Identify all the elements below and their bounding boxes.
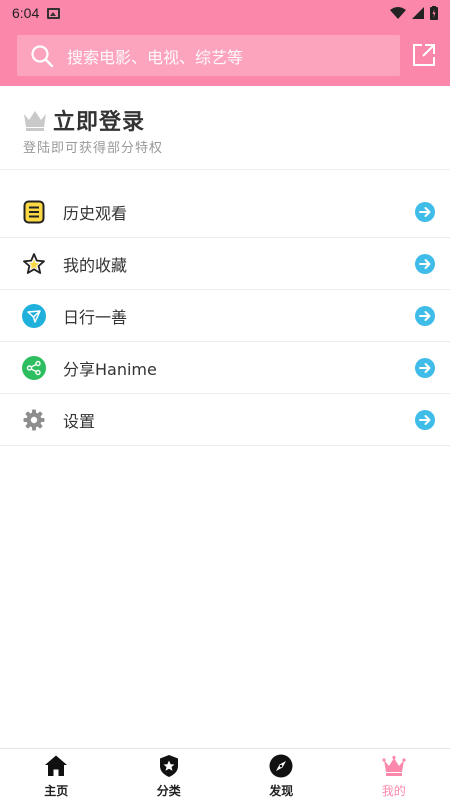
arrow-right-icon (415, 358, 435, 378)
menu-item-history[interactable]: 历史观看 (0, 186, 450, 238)
search-input[interactable]: 搜索电影、电视、综艺等 (17, 35, 400, 76)
wifi-icon (390, 7, 406, 19)
search-header: 搜索电影、电视、综艺等 (0, 26, 450, 86)
signal-icon (412, 7, 424, 19)
gear-icon (23, 409, 45, 431)
status-icons (390, 6, 438, 20)
menu-item-favorites[interactable]: 我的收藏 (0, 238, 450, 290)
menu-item-label: 历史观看 (63, 203, 128, 223)
arrow-right-icon (415, 410, 435, 430)
nav-label: 发现 (269, 784, 294, 798)
star-icon (23, 253, 45, 274)
external-link-icon[interactable] (411, 42, 437, 68)
menu-item-settings[interactable]: 设置 (0, 394, 450, 446)
nav-mine[interactable]: 我的 (338, 749, 450, 800)
nav-label: 我的 (381, 784, 406, 798)
search-icon (29, 43, 55, 69)
arrow-right-icon (415, 306, 435, 326)
nav-category[interactable]: 分类 (113, 749, 226, 800)
arrow-right-icon (415, 254, 435, 274)
menu-item-charity[interactable]: 日行一善 (0, 290, 450, 342)
crown-icon (382, 755, 406, 776)
category-shield-icon (159, 755, 178, 777)
paper-plane-icon (22, 304, 46, 328)
menu-item-label: 我的收藏 (63, 255, 128, 275)
nav-home[interactable]: 主页 (0, 749, 113, 800)
login-title[interactable]: 立即登录 (53, 104, 145, 136)
menu-item-label: 日行一善 (63, 307, 128, 327)
login-title-row: 立即登录 (22, 104, 145, 136)
menu-item-label: 设置 (63, 411, 96, 431)
search-placeholder: 搜索电影、电视、综艺等 (67, 47, 244, 67)
battery-icon (430, 6, 438, 20)
arrow-right-icon (415, 202, 435, 222)
history-icon (23, 200, 45, 224)
nav-label: 主页 (44, 784, 69, 798)
nav-label: 分类 (156, 784, 181, 798)
menu-item-label: 分享Hanime (63, 359, 157, 379)
bottom-nav: 主页 分类 发现 我的 (0, 748, 450, 800)
menu-item-share[interactable]: 分享Hanime (0, 342, 450, 394)
home-icon (45, 755, 68, 776)
status-bar: 6:04 (0, 0, 450, 26)
login-section[interactable]: 立即登录 登陆即可获得部分特权 (0, 86, 450, 170)
compass-icon (269, 754, 293, 778)
share-icon (22, 356, 46, 380)
crown-icon (24, 111, 46, 131)
login-subtitle: 登陆即可获得部分特权 (23, 141, 164, 156)
menu-list: 历史观看 我的收藏 日行一善 分享Hanime 设置 (0, 186, 450, 446)
image-notification-icon (47, 7, 61, 19)
nav-discover[interactable]: 发现 (225, 749, 338, 800)
status-time: 6:04 (12, 5, 40, 21)
